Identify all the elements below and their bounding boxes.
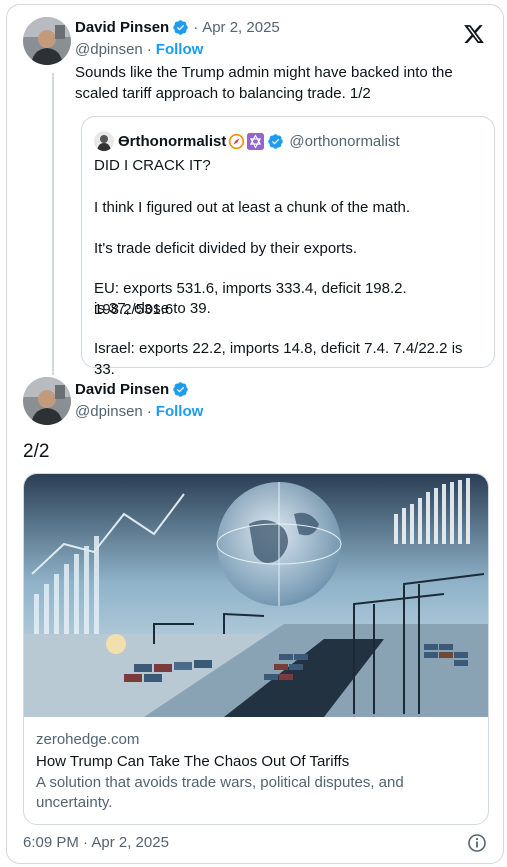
tweet-text-line: Sounds like the Trump admin might have b… [75,64,453,81]
link-title[interactable]: How Trump Can Take The Chaos Out Of Tari… [36,752,476,772]
quoted-text-line: DID I CRACK IT? [94,157,211,174]
quoted-author-name: ϴrthonormalist [118,132,227,150]
follow-button[interactable]: Follow [156,403,204,420]
quoted-avatar [94,131,114,151]
link-description: A solution that avoids trade wars, polit… [36,773,476,813]
follow-button[interactable]: Follow [156,41,204,58]
link-description-line: uncertainty. [36,794,113,811]
tweet2-header: David Pinsen [75,381,189,398]
tweet-text-line: scaled tariff approach to balancing trad… [75,85,371,102]
compass-emoji-icon [228,133,245,150]
tweet-date[interactable]: Apr 2, 2025 [202,19,280,36]
link-preview-card[interactable]: zerohedge.com How Trump Can Take The Cha… [23,473,489,825]
separator-dot: · [193,19,199,36]
x-logo-icon[interactable] [463,23,485,45]
author-handle[interactable]: @dpinsen [75,41,143,58]
quoted-author-handle: @orthonormalist [289,132,400,150]
tweet1-header: David Pinsen · Apr 2, 2025 [75,19,280,36]
author-name[interactable]: David Pinsen [75,19,169,36]
link-description-line: A solution that avoids trade wars, polit… [36,774,404,791]
verified-badge-icon [267,133,284,150]
quoted-tweet-header: ϴrthonormalist @orthonormalist [94,131,400,151]
thread-connector-line [52,73,54,375]
author-name[interactable]: David Pinsen [75,381,169,398]
tweet1-handle-row: @dpinsen · Follow [75,41,203,58]
author-handle[interactable]: @dpinsen [75,403,143,420]
link-domain: zerohedge.com [36,731,140,748]
star-of-david-emoji-icon [247,132,265,150]
tweet2-text: 2/2 [23,441,50,462]
tweet1-text: Sounds like the Trump admin might have b… [75,62,453,104]
quoted-text-line: Israel: exports 22.2, imports 14.8, defi… [94,340,463,378]
quoted-text-line: It's trade deficit divided by their expo… [94,240,357,257]
quoted-text-line: is 37, close to 39. [94,300,211,317]
tweet-timestamp[interactable]: 6:09 PM · Apr 2, 2025 [23,834,169,851]
article-image [24,474,488,717]
info-icon[interactable] [467,833,487,853]
verified-badge-icon [172,381,189,398]
avatar[interactable] [23,17,71,65]
quoted-tweet[interactable]: ϴrthonormalist @orthonormalist DID I CRA… [81,116,495,378]
quoted-text-line: I think I figured out at least a chunk o… [94,199,411,216]
tweet-card: David Pinsen · Apr 2, 2025 @dpinsen · Fo… [6,4,504,864]
separator-dot: · [146,41,152,58]
tweet2-handle-row: @dpinsen · Follow [75,403,203,420]
avatar[interactable] [23,377,71,425]
separator-dot: · [146,403,152,420]
verified-badge-icon [172,19,189,36]
